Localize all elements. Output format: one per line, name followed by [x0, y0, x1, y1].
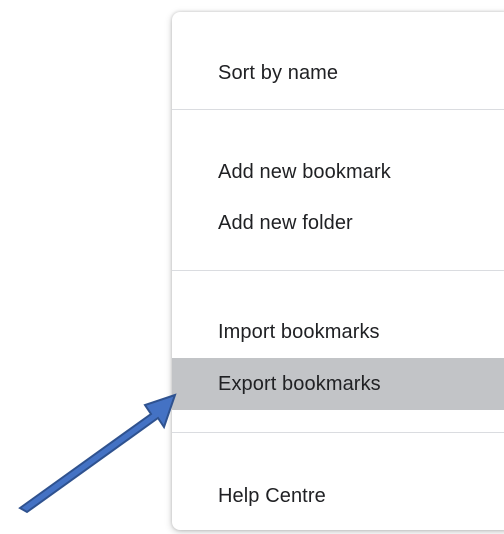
menu-item-sort-by-name[interactable]: Sort by name [172, 47, 504, 99]
menu-item-help-centre[interactable]: Help Centre [172, 470, 504, 522]
screenshot-stage: Sort by name Add new bookmark Add new fo… [0, 0, 504, 534]
bookmarks-context-menu: Sort by name Add new bookmark Add new fo… [172, 12, 504, 530]
menu-separator [172, 432, 504, 433]
menu-item-label: Sort by name [218, 61, 339, 84]
menu-item-label: Add new folder [218, 211, 353, 234]
menu-item-add-new-bookmark[interactable]: Add new bookmark [172, 146, 504, 198]
menu-item-export-bookmarks[interactable]: Export bookmarks [172, 358, 504, 410]
menu-item-label: Import bookmarks [218, 320, 380, 343]
menu-item-label: Add new bookmark [218, 160, 391, 183]
menu-item-label: Export bookmarks [218, 372, 381, 395]
menu-item-import-bookmarks[interactable]: Import bookmarks [172, 306, 504, 358]
menu-item-add-new-folder[interactable]: Add new folder [172, 197, 504, 249]
menu-separator [172, 109, 504, 110]
menu-separator [172, 270, 504, 271]
arrow-pointer-shape [18, 393, 177, 514]
menu-item-label: Help Centre [218, 484, 326, 507]
